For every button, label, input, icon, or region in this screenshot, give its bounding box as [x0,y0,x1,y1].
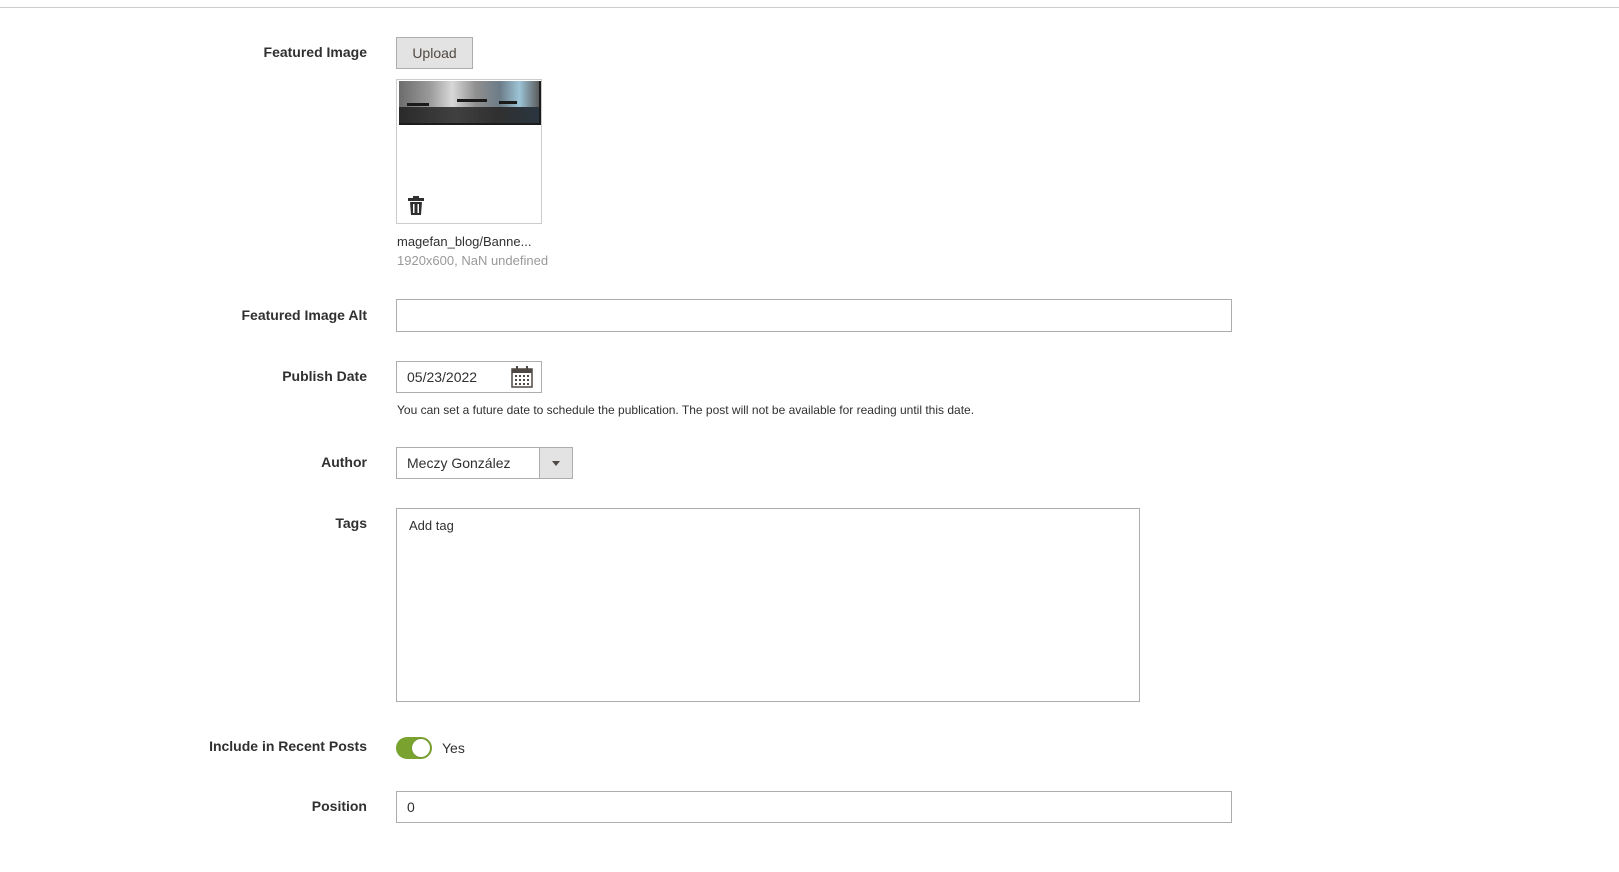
publish-date-field [396,361,542,393]
position-input[interactable] [396,791,1232,823]
upload-button[interactable]: Upload [396,37,473,69]
tags-field[interactable] [396,508,1140,702]
featured-image-alt-label: Featured Image Alt [241,307,367,323]
position-label: Position [311,798,367,814]
toggle-knob [412,739,430,757]
featured-image-thumbnail [399,81,541,125]
image-file-meta: 1920x600, NaN undefined [397,253,549,268]
include-in-recent-posts-label: Include in Recent Posts [209,738,367,754]
image-file-name: magefan_blog/Banne... [397,234,532,249]
trash-icon[interactable] [408,196,424,215]
top-divider [0,7,1619,8]
featured-image-alt-input[interactable] [396,299,1232,332]
caret-down-icon[interactable] [539,448,572,478]
toggle-state-label: Yes [442,740,465,756]
calendar-icon[interactable] [511,366,533,388]
publish-date-label: Publish Date [282,368,367,384]
include-in-recent-posts-toggle[interactable] [396,737,432,759]
author-selected-value: Meczy González [407,455,511,471]
featured-image-label: Featured Image [263,44,367,60]
publish-date-note: You can set a future date to schedule th… [397,403,975,417]
author-label: Author [321,454,367,470]
add-tag-input[interactable] [407,517,711,534]
tags-label: Tags [335,515,367,531]
author-select[interactable]: Meczy González [396,447,573,479]
